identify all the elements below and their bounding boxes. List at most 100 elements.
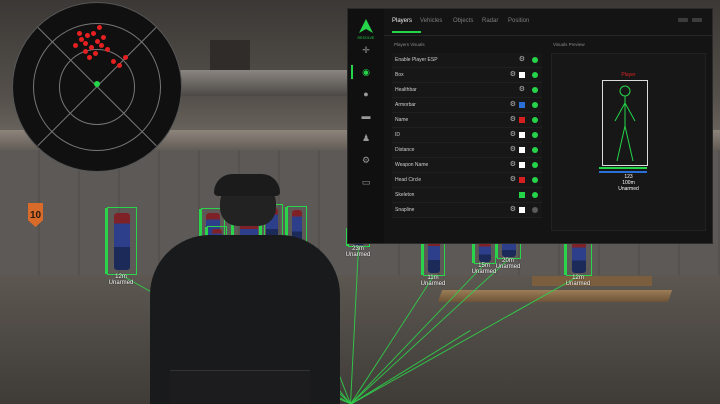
radar-enemy-dot	[83, 49, 88, 54]
radar-enemy-dot	[85, 33, 90, 38]
sidebar-active-marker	[351, 65, 353, 79]
menu-sidebar: RESOLVE ✛ ◉ ● ▬ ♟ ⚙ ▭	[348, 9, 384, 243]
radar-enemy-dot	[111, 59, 116, 64]
settings-gear-icon[interactable]: ⚙	[510, 115, 516, 123]
settings-gear-icon[interactable]: ⚙	[510, 160, 516, 168]
tab-radar[interactable]: Radar	[482, 18, 498, 24]
preview-box	[602, 80, 648, 166]
menu-tabs: Players Vehicles Objects Radar Position	[384, 9, 712, 36]
toggle-switch[interactable]	[532, 207, 538, 213]
option-label: Armorbar	[395, 102, 416, 108]
toggle-switch[interactable]	[532, 192, 538, 198]
color-swatch[interactable]	[519, 132, 525, 138]
toggle-switch[interactable]	[532, 87, 538, 93]
radar-enemy-dot	[73, 43, 78, 48]
toggle-switch[interactable]	[532, 102, 538, 108]
radar-enemy-dot	[97, 25, 102, 30]
esp-label: 11mUnarmed	[413, 275, 453, 287]
player-cap	[214, 174, 280, 196]
toggle-switch[interactable]	[532, 147, 538, 153]
option-row[interactable]: Box ⚙	[392, 68, 542, 83]
option-row[interactable]: Enable Player ESP ⚙	[392, 53, 542, 68]
esp-healthbar	[564, 239, 566, 275]
esp-healthbar	[472, 241, 474, 263]
close-button[interactable]	[692, 18, 702, 22]
option-row[interactable]: Skeleton	[392, 188, 542, 203]
radar-enemy-dot	[123, 55, 128, 60]
color-swatch[interactable]	[519, 102, 525, 108]
esp-label: 12m Unarmed	[558, 275, 598, 287]
radar-enemy-dot	[87, 55, 92, 60]
tab-players[interactable]: Players	[392, 18, 412, 24]
option-row[interactable]: Head Circle ⚙	[392, 173, 542, 188]
settings-gear-icon[interactable]: ⚙	[519, 55, 525, 63]
toggle-switch[interactable]	[532, 162, 538, 168]
radar-enemy-dot	[83, 41, 88, 46]
person-icon[interactable]: ●	[360, 88, 372, 100]
car-icon[interactable]: ▬	[360, 110, 372, 122]
enemy-figure	[113, 213, 131, 271]
option-row[interactable]: Armorbar ⚙	[392, 98, 542, 113]
settings-gear-icon[interactable]: ⚙	[510, 100, 516, 108]
option-row[interactable]: Weapon Name ⚙	[392, 158, 542, 173]
preview-skeleton	[614, 85, 636, 162]
option-label: Enable Player ESP	[395, 57, 438, 63]
settings-gear-icon[interactable]: ⚙	[510, 145, 516, 153]
crosshair-icon[interactable]: ✛	[360, 44, 372, 56]
option-label: Name	[395, 117, 409, 123]
radar-player-marker	[94, 81, 100, 87]
color-swatch[interactable]	[519, 162, 525, 168]
color-swatch[interactable]	[519, 147, 525, 153]
tab-objects[interactable]: Objects	[453, 18, 473, 24]
option-row[interactable]: Snapline ⚙	[392, 203, 542, 218]
option-label: Box	[395, 72, 404, 78]
enemy-figure	[428, 240, 440, 273]
settings-gear-icon[interactable]: ⚙	[510, 205, 516, 213]
toggle-switch[interactable]	[532, 72, 538, 78]
settings-gear-icon[interactable]: ⚙	[519, 85, 525, 93]
color-swatch[interactable]	[519, 207, 525, 213]
settings-gear-icon[interactable]: ⚙	[510, 70, 516, 78]
option-row[interactable]: Name ⚙	[392, 113, 542, 128]
radar-enemy-dot	[99, 43, 104, 48]
option-row[interactable]: Healthbar ⚙	[392, 83, 542, 98]
option-row[interactable]: Distance ⚙	[392, 143, 542, 158]
logo-icon	[359, 19, 373, 33]
esp-weapon: Unarmed	[108, 280, 134, 286]
option-label: Skeleton	[395, 192, 415, 198]
settings-gear-icon[interactable]: ⚙	[510, 130, 516, 138]
esp-label: 20mUnarmed	[488, 258, 528, 270]
radar-enemy-dot	[101, 35, 106, 40]
esp-weapon: Unarmed	[345, 252, 371, 258]
option-label: Snapline	[395, 207, 415, 213]
enemy-figure	[571, 241, 587, 273]
toggle-switch[interactable]	[532, 132, 538, 138]
color-swatch[interactable]	[519, 192, 525, 198]
color-swatch[interactable]	[519, 177, 525, 183]
esp-label: 23m Unarmed	[338, 246, 378, 258]
radar-enemy-dot	[91, 31, 96, 36]
gear-icon[interactable]: ⚙	[360, 154, 372, 166]
eye-icon[interactable]: ◉	[360, 66, 372, 78]
option-label: Healthbar	[395, 87, 417, 93]
esp-weapon: Unarmed	[420, 281, 446, 287]
option-label: ID	[395, 132, 400, 138]
radar-enemy-dot	[93, 51, 98, 56]
radar-minimap	[12, 2, 182, 172]
preview-title: Visuals Preview	[553, 42, 585, 47]
tab-vehicles[interactable]: Vehicles	[420, 18, 442, 24]
color-swatch[interactable]	[519, 117, 525, 123]
folder-icon[interactable]: ▭	[360, 176, 372, 188]
people-icon[interactable]: ♟	[360, 132, 372, 144]
toggle-switch[interactable]	[532, 177, 538, 183]
esp-weapon: Unarmed	[565, 281, 591, 287]
preview-armorbar	[599, 171, 647, 173]
minimize-button[interactable]	[678, 18, 688, 22]
option-row[interactable]: ID ⚙	[392, 128, 542, 143]
esp-healthbar	[105, 208, 107, 274]
tab-position[interactable]: Position	[508, 18, 529, 24]
color-swatch[interactable]	[519, 72, 525, 78]
toggle-switch[interactable]	[532, 57, 538, 63]
settings-gear-icon[interactable]: ⚙	[510, 175, 516, 183]
toggle-switch[interactable]	[532, 117, 538, 123]
